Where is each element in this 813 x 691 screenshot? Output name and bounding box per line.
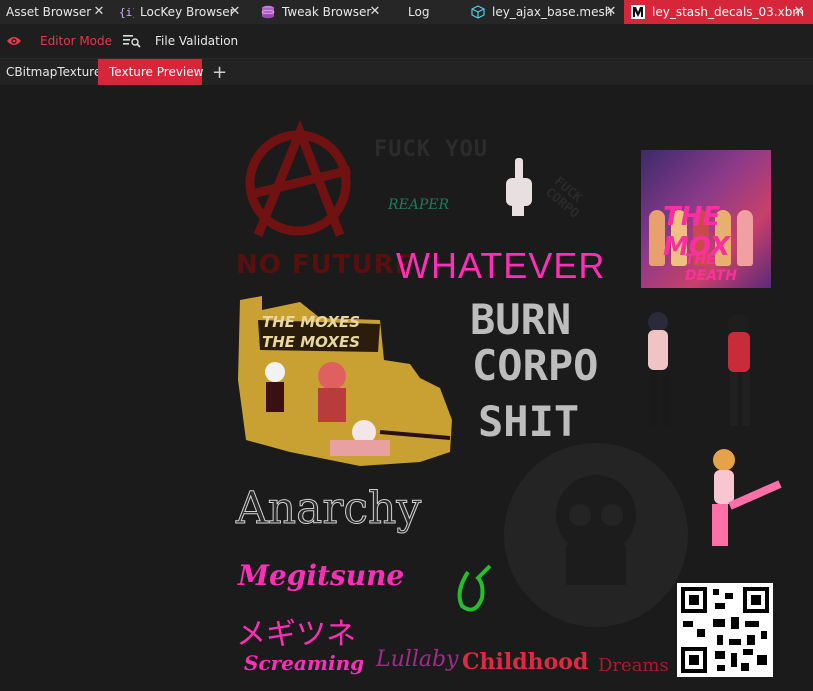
- tab-asset-browser[interactable]: Asset Browser ✕: [6, 0, 104, 24]
- burn-decal: BURN: [470, 295, 572, 344]
- tab-label: Tweak Browser: [282, 5, 372, 19]
- tab-tweak-browser[interactable]: Tweak Browser ✕: [260, 0, 380, 24]
- file-validation-button[interactable]: File Validation: [123, 24, 238, 58]
- fox-scribble-decal: [457, 564, 492, 612]
- tab-cbitmaptexture[interactable]: CBitmapTexture: [0, 59, 102, 85]
- tab-ajax-base-mesh[interactable]: ley_ajax_base.mesh ✕: [470, 0, 616, 24]
- editor-toolbar: Editor Mode File Validation: [0, 24, 813, 59]
- editor-mode-button[interactable]: Editor Mode: [40, 24, 112, 58]
- add-tab-button[interactable]: +: [206, 59, 228, 85]
- braces-icon: {i}: [118, 4, 134, 20]
- tab-label: Texture Preview: [109, 65, 204, 79]
- close-icon[interactable]: ✕: [792, 4, 806, 19]
- file-validation-label: File Validation: [155, 34, 239, 48]
- close-icon[interactable]: ✕: [604, 4, 618, 19]
- editor-mode-label: Editor Mode: [40, 34, 113, 48]
- texture-icon: [630, 4, 646, 20]
- the-moxes-decal-top: THE MOXES: [262, 313, 361, 331]
- tab-log[interactable]: Log: [408, 0, 429, 24]
- database-icon: [260, 4, 276, 20]
- whatever-decal: WHATEVER: [396, 245, 606, 286]
- close-icon[interactable]: ✕: [368, 4, 382, 19]
- close-icon[interactable]: ✕: [92, 4, 106, 19]
- tab-label: ley_ajax_base.mesh: [492, 5, 613, 19]
- qr-code-decal: [677, 583, 773, 677]
- tab-texture-preview[interactable]: Texture Preview: [98, 59, 204, 85]
- eye-icon[interactable]: [6, 24, 22, 58]
- cube-icon: [470, 4, 486, 20]
- document-tab-bar: Asset Browser ✕ {i} LocKey Browser ✕ Twe…: [0, 0, 813, 24]
- tab-label: Asset Browser: [6, 5, 92, 19]
- texture-preview-canvas[interactable]: FUCK YOU REAPER NO FUTURE WHATEVER FUCK …: [0, 85, 813, 691]
- tab-label: Log: [408, 5, 430, 19]
- list-search-icon: [123, 34, 141, 48]
- megitsune-jp-decal: メギツネ: [236, 617, 356, 652]
- dreams-decal: Dreams: [598, 655, 669, 676]
- shit-decal: SHIT: [478, 397, 580, 446]
- close-icon[interactable]: ✕: [228, 4, 242, 19]
- tab-lockey-browser[interactable]: {i} LocKey Browser ✕: [118, 0, 240, 24]
- skull-logo-decal: [504, 443, 688, 627]
- megitsune-decal: Megitsune: [238, 559, 405, 592]
- reaper-decal: REAPER: [388, 197, 450, 213]
- corpo-decal: CORPO: [472, 341, 599, 390]
- the-mox-poster-subtitle: THE DEATH: [685, 252, 737, 284]
- tab-stash-decals-xbm[interactable]: ley_stash_decals_03.xbm ✕: [624, 0, 813, 24]
- svg-text:{i}: {i}: [119, 6, 134, 19]
- plus-icon: +: [212, 61, 228, 83]
- anarchy-symbol-decal: [245, 119, 352, 237]
- the-moxes-decal-bottom: THE MOXES: [262, 333, 361, 351]
- no-future-decal: NO FUTURE: [236, 250, 414, 280]
- anarchy-decal: Anarchy: [235, 483, 422, 535]
- skull-hand-decal: [506, 158, 532, 216]
- tab-label: CBitmapTexture: [6, 65, 102, 79]
- lullaby-decal: Lullaby: [376, 647, 459, 672]
- childhood-decal: Childhood: [462, 649, 589, 675]
- editor-subtab-bar: CBitmapTexture Texture Preview +: [0, 59, 813, 85]
- screaming-decal: Screaming: [244, 651, 365, 675]
- tab-label: ley_stash_decals_03.xbm: [652, 5, 805, 19]
- fuck-you-decal: FUCK YOU: [374, 137, 488, 162]
- tab-label: LocKey Browser: [140, 5, 235, 19]
- the-mox-poster-decal: THE MOX THE DEATH: [641, 150, 771, 288]
